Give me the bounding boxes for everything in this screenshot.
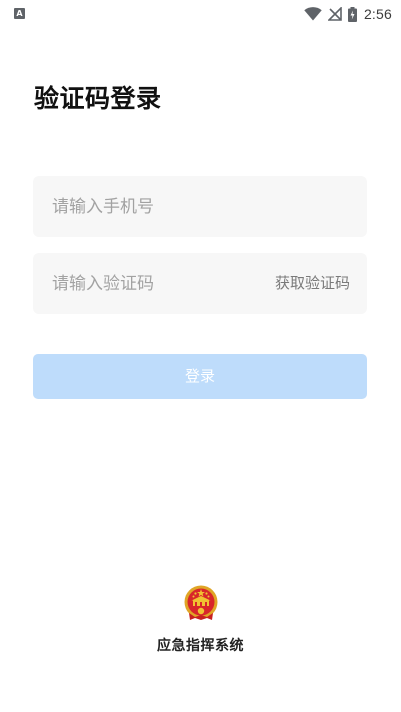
signal-off-icon: [327, 7, 342, 21]
a-notification-icon: A: [14, 8, 25, 19]
national-emblem-icon: [183, 584, 219, 622]
login-screen: A 2:56 验证码登录 请输入手机号 请输入验证码 获取验证码 登录 应急指挥…: [0, 0, 401, 712]
login-button[interactable]: 登录: [33, 354, 367, 399]
wifi-icon: [304, 7, 322, 21]
status-time: 2:56: [363, 6, 392, 22]
page-title: 验证码登录: [34, 84, 162, 113]
code-field: 获取验证码: [33, 253, 367, 314]
system-name: 应急指挥系统: [157, 638, 244, 654]
phone-field: [33, 176, 367, 237]
code-input[interactable]: [33, 253, 253, 314]
status-icons: 2:56: [304, 4, 392, 24]
phone-input[interactable]: [33, 176, 367, 237]
battery-charging-icon: [347, 6, 357, 22]
get-code-button[interactable]: 获取验证码: [275, 253, 350, 314]
status-bar: A 2:56: [0, 0, 401, 28]
